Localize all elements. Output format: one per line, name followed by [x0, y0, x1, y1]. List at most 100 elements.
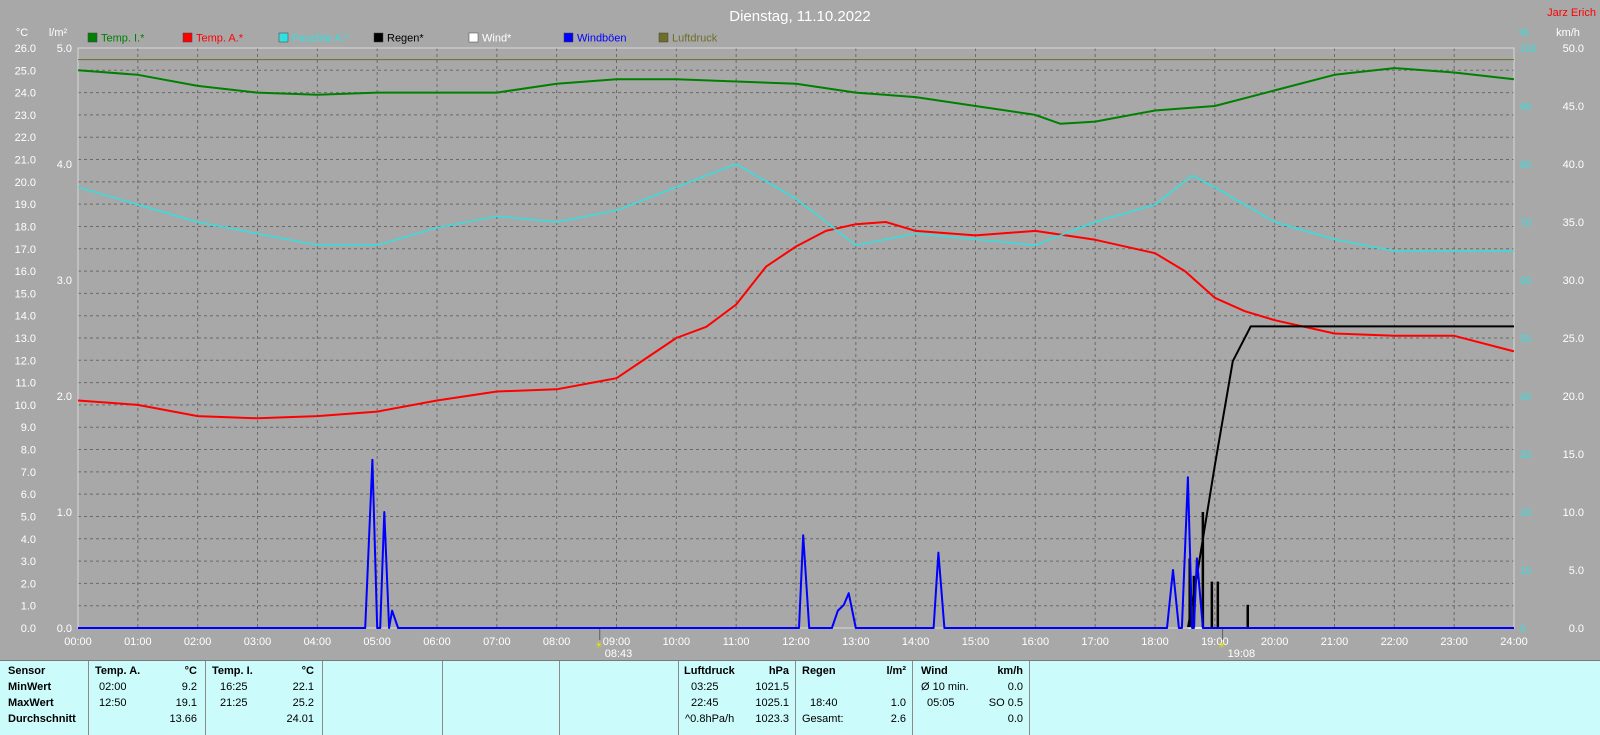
wind-unit-label: km/h — [1556, 27, 1580, 39]
temp-a-column: Temp. A. °C 02:00 9.2 12:50 19.1 13.66 — [88, 661, 205, 735]
author-label: Jarz Erich — [1547, 7, 1596, 19]
x-tick-label: 04:00 — [304, 636, 332, 648]
temp-tick-label: 14.0 — [15, 311, 36, 323]
temp-tick-label: 19.0 — [15, 199, 36, 211]
wind-tick-label: 25.0 — [1563, 333, 1584, 345]
legend-label: Windböen — [577, 33, 627, 45]
x-tick-label: 20:00 — [1261, 636, 1289, 648]
sun-marker-icon: ☀ — [595, 640, 603, 650]
temp-tick-label: 1.0 — [21, 601, 36, 613]
sensor-column: Sensor MinWert MaxWert Durchschnitt — [0, 661, 88, 735]
temp-i-column: Temp. I. °C 16:25 22.1 21:25 25.2 24.01 — [205, 661, 322, 735]
temp-tick-label: 23.0 — [15, 110, 36, 122]
legend-swatch — [87, 32, 98, 43]
regen-r2-val: 1.0 — [890, 697, 906, 709]
empty-column-3 — [559, 661, 678, 735]
x-tick-label: 07:00 — [483, 636, 511, 648]
humidity-tick-label: 80 — [1520, 160, 1532, 171]
temp-tick-label: 22.0 — [15, 132, 36, 144]
humidity-tick-label: 40 — [1520, 392, 1532, 403]
wind-tick-label: 0.0 — [1569, 623, 1584, 635]
temp-tick-label: 21.0 — [15, 155, 36, 167]
temp-tick-label: 4.0 — [21, 534, 36, 546]
x-tick-label: 12:00 — [782, 636, 810, 648]
wind-tick-label: 50.0 — [1563, 43, 1584, 55]
empty-column-1 — [322, 661, 442, 735]
wind-tick-label: 15.0 — [1563, 449, 1584, 461]
wind-avg-val: 0.0 — [1007, 681, 1023, 693]
rain-tick-label: 4.0 — [57, 159, 72, 171]
x-tick-label: 18:00 — [1141, 636, 1169, 648]
temp-a-min-time: 02:00 — [99, 681, 127, 693]
x-tick-label: 21:00 — [1321, 636, 1349, 648]
regen-r2-time: 18:40 — [810, 697, 838, 709]
temp-a-max-time: 12:50 — [99, 697, 127, 709]
temp-a-unit: °C — [184, 665, 197, 677]
humidity-tick-label: 20 — [1520, 508, 1532, 519]
luftdruck-r3-val: 1023.3 — [755, 713, 789, 725]
legend-swatch — [278, 32, 289, 43]
wind-title: Wind — [921, 665, 948, 677]
luftdruck-r1-val: 1021.5 — [755, 681, 789, 693]
humidity-tick-label: 30 — [1520, 450, 1532, 461]
temp-i-unit: °C — [301, 665, 314, 677]
temp-tick-label: 9.0 — [21, 422, 36, 434]
temp-i-title: Temp. I. — [212, 665, 253, 677]
x-tick-label: 10:00 — [663, 636, 691, 648]
wind-tick-label: 40.0 — [1563, 159, 1584, 171]
temp-i-min-val: 22.1 — [292, 681, 314, 693]
legend-swatch — [658, 32, 669, 43]
temp-i-min-time: 16:25 — [220, 681, 248, 693]
temp-tick-label: 24.0 — [15, 88, 36, 100]
temp-unit-label: °C — [16, 27, 28, 39]
x-tick-label: 16:00 — [1022, 636, 1050, 648]
legend-swatch — [373, 32, 384, 43]
temp-tick-label: 11.0 — [15, 378, 36, 390]
sun-marker-icon: ☀ — [1218, 640, 1226, 650]
stats-panel: Sensor MinWert MaxWert Durchschnitt Temp… — [0, 660, 1600, 735]
x-tick-label: 22:00 — [1381, 636, 1409, 648]
wind-tick-label: 20.0 — [1563, 391, 1584, 403]
luftdruck-r2-time: 22:45 — [691, 697, 719, 709]
rain-tick-label: 5.0 — [57, 43, 72, 55]
luftdruck-r1-time: 03:25 — [691, 681, 719, 693]
humidity-tick-label: 0 — [1520, 624, 1526, 635]
humidity-tick-label: 60 — [1520, 276, 1532, 287]
legend-label: Wind* — [482, 33, 512, 45]
luftdruck-unit: hPa — [768, 665, 789, 677]
chart-title: Dienstag, 11.10.2022 — [729, 8, 871, 25]
humidity-tick-label: 50 — [1520, 334, 1532, 345]
temp-tick-label: 2.0 — [21, 578, 36, 590]
x-tick-label: 00:00 — [64, 636, 92, 648]
x-tick-label: 11:00 — [723, 636, 750, 648]
x-tick-label: 17:00 — [1081, 636, 1109, 648]
x-tick-label: 14:00 — [902, 636, 930, 648]
x-tick-label: 01:00 — [124, 636, 152, 648]
temp-tick-label: 6.0 — [21, 489, 36, 501]
humidity-unit-label: % — [1519, 27, 1529, 39]
rain-tick-label: 3.0 — [57, 275, 72, 287]
temp-tick-label: 16.0 — [15, 266, 36, 278]
x-tick-label: 24:00 — [1500, 636, 1528, 648]
legend-label: Regen* — [387, 33, 424, 45]
rain-tick-label: 0.0 — [57, 623, 72, 635]
sensor-header: Sensor — [8, 665, 46, 677]
luftdruck-title: Luftdruck — [684, 665, 735, 677]
minwert-label: MinWert — [8, 681, 52, 693]
temp-tick-label: 0.0 — [21, 623, 36, 635]
durchschnitt-label: Durchschnitt — [8, 713, 76, 725]
wind-column: Wind km/h Ø 10 min. 0.0 05:05 SO 0.5 0.0 — [912, 661, 1029, 735]
temp-tick-label: 17.0 — [15, 244, 36, 256]
regen-gesamt-label: Gesamt: — [802, 713, 844, 725]
wind-avg-label: Ø 10 min. — [921, 681, 969, 693]
rain-unit-label: l/m² — [49, 27, 68, 39]
x-tick-label: 13:00 — [842, 636, 870, 648]
luftdruck-trend: ^0.8hPa/h — [685, 713, 735, 725]
wind-tick-label: 45.0 — [1563, 101, 1584, 113]
regen-column: Regen l/m² 18:40 1.0 Gesamt: 2.6 — [795, 661, 912, 735]
temp-tick-label: 26.0 — [15, 43, 36, 55]
temp-tick-label: 25.0 — [15, 65, 36, 77]
temp-a-title: Temp. A. — [95, 665, 141, 677]
humidity-tick-label: 100 — [1520, 44, 1537, 55]
regen-gesamt-val: 2.6 — [890, 713, 906, 725]
